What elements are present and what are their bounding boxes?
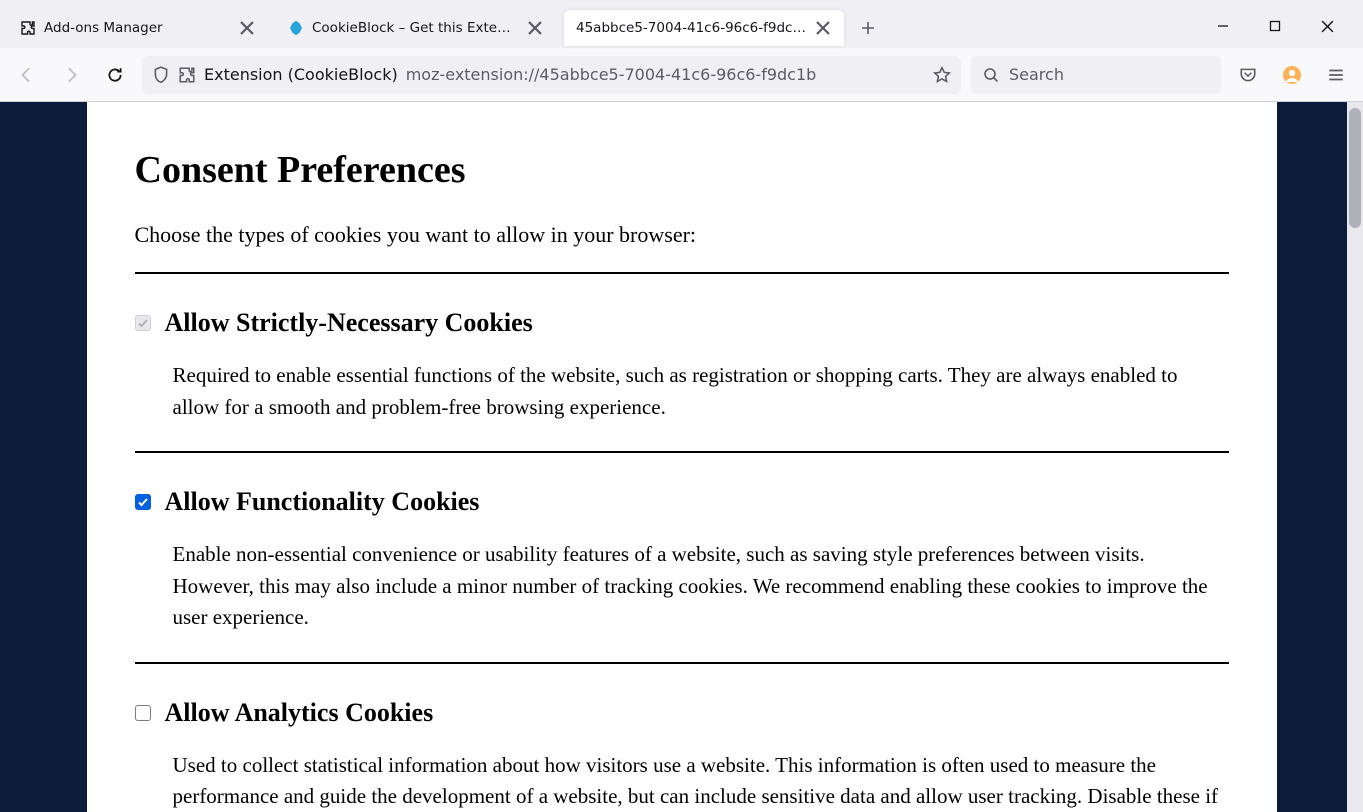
- close-window-button[interactable]: [1313, 12, 1341, 40]
- url-bar[interactable]: Extension (CookieBlock) moz-extension://…: [142, 56, 961, 94]
- close-icon[interactable]: [238, 19, 256, 37]
- shield-icon: [152, 66, 170, 84]
- cookie-icon: [288, 20, 304, 36]
- tab-title: 45abbce5-7004-41c6-96c6-f9dc1b4: [576, 20, 806, 36]
- search-placeholder: Search: [1009, 65, 1064, 84]
- tab-strip: Add-ons Manager CookieBlock – Get this E…: [8, 0, 1195, 48]
- new-tab-button[interactable]: [852, 12, 884, 44]
- page-intro: Choose the types of cookies you want to …: [135, 222, 1229, 248]
- page-content: Consent Preferences Choose the types of …: [87, 102, 1277, 812]
- content-viewport: Consent Preferences Choose the types of …: [0, 102, 1363, 812]
- search-icon: [983, 67, 999, 83]
- scrollbar-thumb[interactable]: [1349, 108, 1361, 228]
- tab-title: CookieBlock – Get this Extension: [312, 20, 518, 36]
- back-button[interactable]: [10, 58, 44, 92]
- puzzle-icon: [20, 20, 36, 36]
- tab-cookieblock-amo[interactable]: CookieBlock – Get this Extension: [276, 10, 556, 46]
- tab-extension-page[interactable]: 45abbce5-7004-41c6-96c6-f9dc1b4: [564, 10, 844, 46]
- menu-icon[interactable]: [1319, 58, 1353, 92]
- tab-title: Add-ons Manager: [44, 20, 230, 36]
- page-title: Consent Preferences: [135, 148, 1229, 192]
- checkbox-analytics[interactable]: [135, 705, 151, 721]
- pocket-icon[interactable]: [1231, 58, 1265, 92]
- section-heading: Allow Analytics Cookies: [165, 698, 434, 728]
- section-analytics: Allow Analytics Cookies Used to collect …: [135, 662, 1229, 812]
- minimize-button[interactable]: [1209, 12, 1237, 40]
- checkbox-functionality[interactable]: [135, 494, 151, 510]
- forward-button[interactable]: [54, 58, 88, 92]
- section-desc: Enable non-essential convenience or usab…: [173, 539, 1229, 634]
- section-heading: Allow Strictly-Necessary Cookies: [165, 308, 533, 338]
- checkbox-necessary: [135, 315, 151, 331]
- tab-addons-manager[interactable]: Add-ons Manager: [8, 10, 268, 46]
- section-desc: Used to collect statistical information …: [173, 750, 1229, 812]
- section-necessary: Allow Strictly-Necessary Cookies Require…: [135, 272, 1229, 451]
- bookmark-star-icon[interactable]: [933, 66, 951, 84]
- maximize-button[interactable]: [1261, 12, 1289, 40]
- titlebar: Add-ons Manager CookieBlock – Get this E…: [0, 0, 1363, 48]
- reload-button[interactable]: [98, 58, 132, 92]
- account-icon[interactable]: [1275, 58, 1309, 92]
- section-heading: Allow Functionality Cookies: [165, 487, 480, 517]
- section-functionality: Allow Functionality Cookies Enable non-e…: [135, 451, 1229, 662]
- url-text: moz-extension://45abbce5-7004-41c6-96c6-…: [406, 65, 925, 84]
- close-icon[interactable]: [526, 19, 544, 37]
- search-bar[interactable]: Search: [971, 56, 1221, 94]
- close-icon[interactable]: [814, 19, 832, 37]
- scrollbar-track[interactable]: [1347, 102, 1363, 812]
- extension-name: Extension (CookieBlock): [204, 65, 398, 84]
- extension-icon: [178, 66, 196, 84]
- toolbar: Extension (CookieBlock) moz-extension://…: [0, 48, 1363, 102]
- window-controls: [1195, 12, 1355, 48]
- section-desc: Required to enable essential functions o…: [173, 360, 1229, 423]
